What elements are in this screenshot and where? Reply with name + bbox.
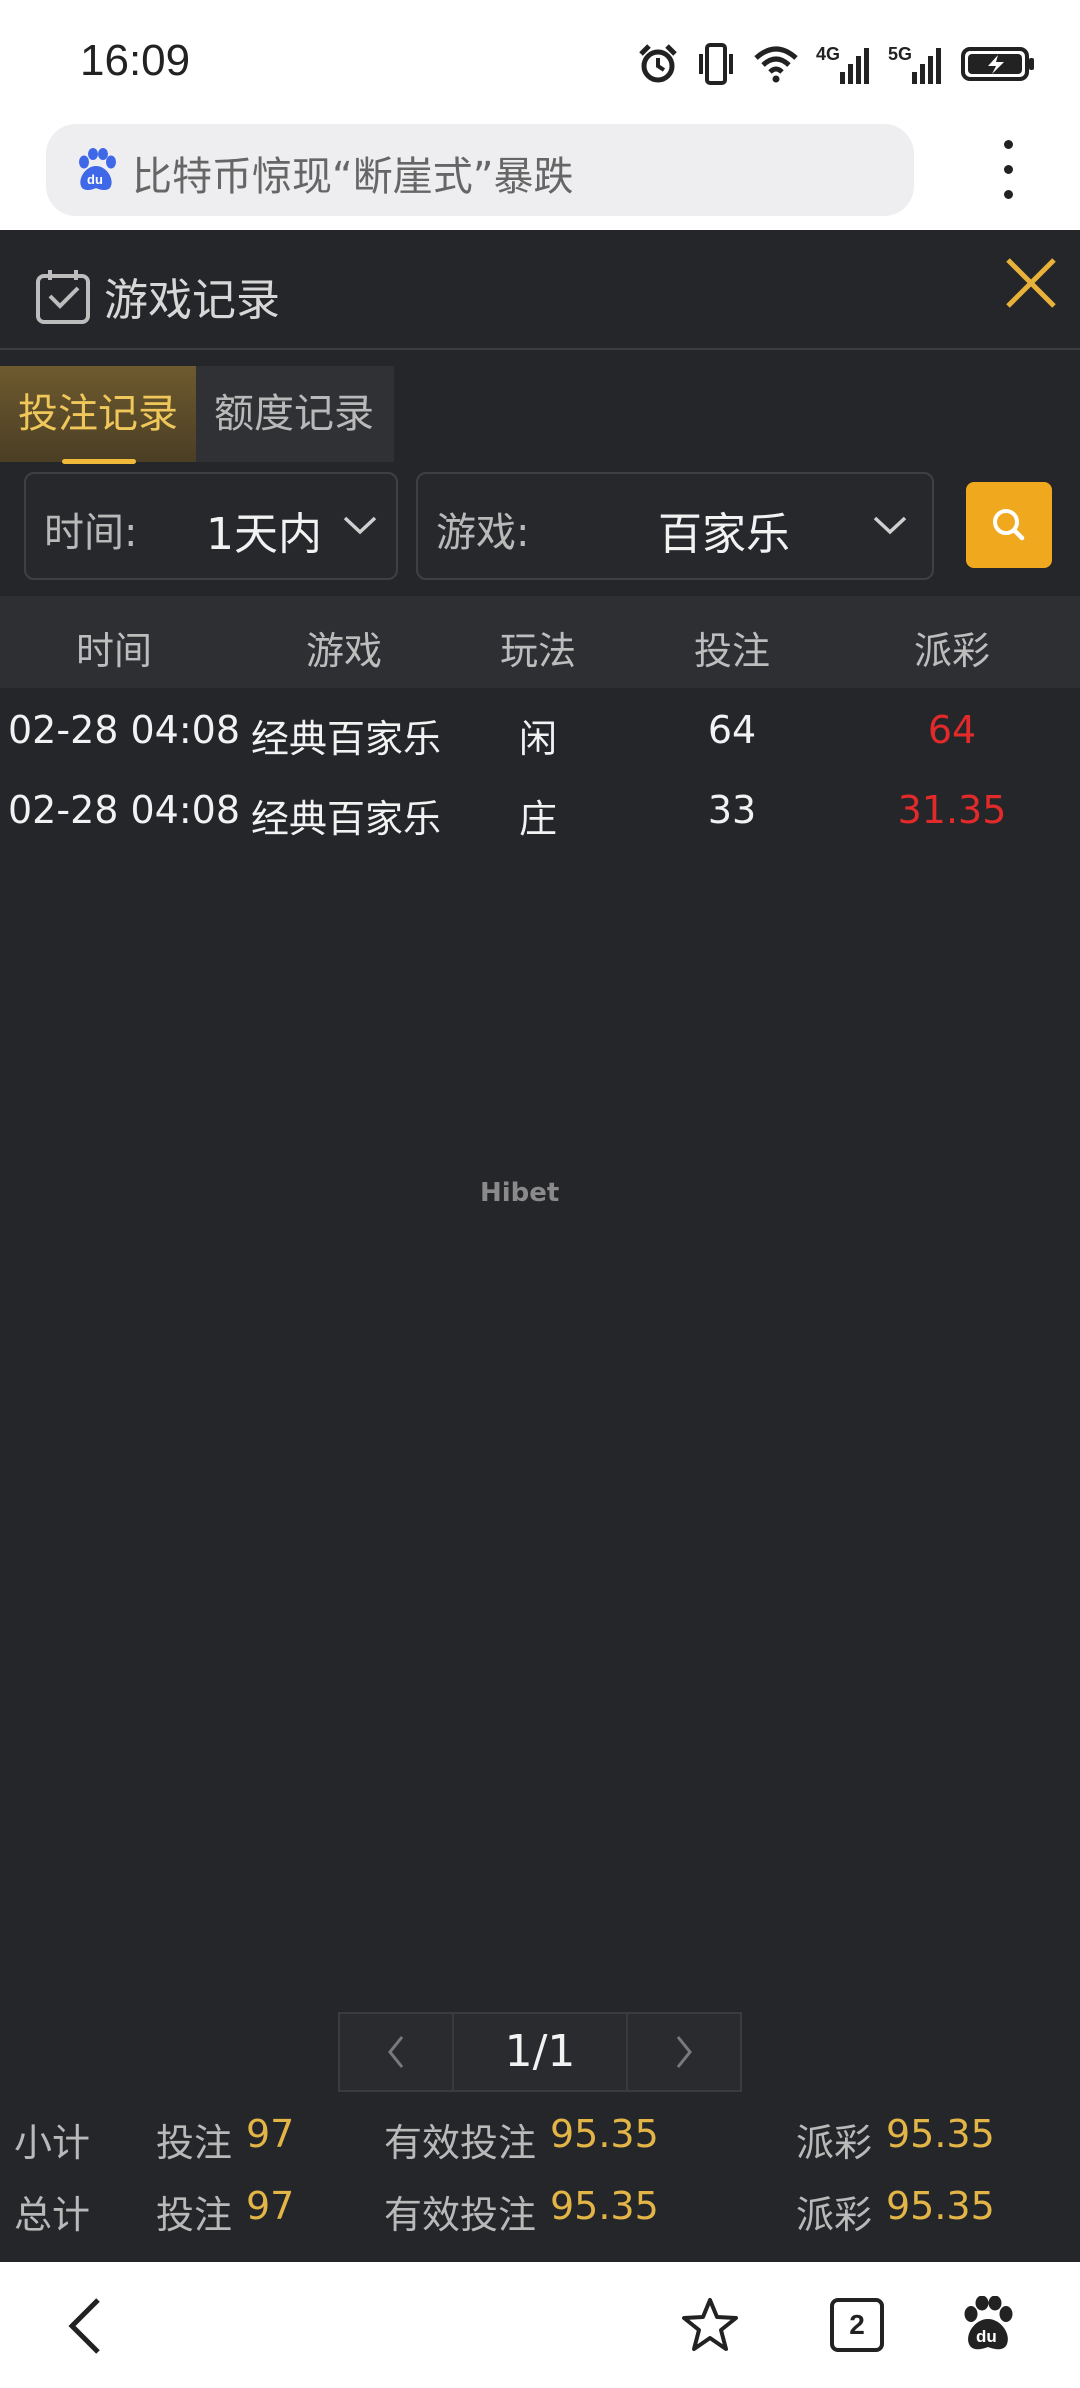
browser-bar: du 比特币惊现“断崖式”暴跌 [0,118,1080,230]
prev-page-button[interactable] [338,2012,454,2092]
table-row: 02-28 04:08 经典百家乐 庄 33 31.35 [0,776,1080,856]
record-tabs: 投注记录 额度记录 [0,366,394,464]
watermark-logo: Hibet [480,1178,560,1208]
battery-charging-icon [961,47,1034,81]
tab-label: 额度记录 [214,391,374,437]
net1-label: 4G [816,44,840,64]
dot-icon [1003,140,1013,149]
header-time: 时间 [75,629,153,673]
subtotal-label: 小计 [14,2121,91,2165]
row-play: 庄 [518,797,558,841]
chevron-left-icon [388,2036,404,2068]
chevron-right-icon [676,2036,692,2068]
baidu-logo-icon: du [79,148,116,190]
time-filter-label: 时间: [44,510,138,556]
row-game: 经典百家乐 [250,797,442,841]
search-icon [993,509,1025,541]
total-valid-label: 有效投注 [384,2193,537,2237]
total-bet-value: 97 [246,2184,295,2228]
svg-text:du: du [976,2327,997,2346]
time-filter-value: 1天内 [206,509,322,560]
tabs-icon[interactable]: 2 [830,2298,884,2352]
game-record-panel: 游戏记录 投注记录 额度记录 时间: 1天内 游戏: 百家乐 时间 游戏 玩法 … [0,230,1080,2262]
subtotal-bet-label: 投注 [156,2121,233,2165]
panel-title: 游戏记录 [104,275,280,326]
time-filter-dropdown[interactable]: 时间: 1天内 [24,472,398,580]
record-check-icon [36,270,90,324]
search-button[interactable] [966,482,1052,568]
row-time: 02-28 04:08 [8,788,241,832]
header-payout: 派彩 [913,629,991,673]
dot-icon [1003,190,1013,199]
bottom-nav-bar: 2 du [0,2262,1080,2388]
game-filter-dropdown[interactable]: 游戏: 百家乐 [416,472,934,580]
subtotal-payout-value: 95.35 [886,2112,995,2156]
tab-credit-records[interactable]: 额度记录 [196,366,394,462]
dot-icon [1003,165,1013,174]
close-icon[interactable] [1000,252,1062,314]
panel-header: 游戏记录 [0,230,1080,350]
tab-bet-records[interactable]: 投注记录 [0,366,196,464]
total-valid-value: 95.35 [550,2184,659,2228]
subtotal-row: 小计 投注 97 有效投注 95.35 派彩 95.35 [0,2106,1080,2166]
subtotal-bet-value: 97 [246,2112,295,2156]
row-play: 闲 [518,717,558,761]
5g-signal-icon: 5G [888,44,941,84]
pagination: 1/1 [338,2012,742,2092]
header-play: 玩法 [499,629,577,673]
subtotal-valid-value: 95.35 [550,2112,659,2156]
table-row: 02-28 04:08 经典百家乐 闲 64 64 [0,696,1080,776]
tab-label: 投注记录 [18,391,178,437]
row-payout: 31.35 [897,788,1007,832]
game-filter-value: 百家乐 [658,509,790,560]
status-icons: 4G 5G [636,36,1036,92]
net2-label: 5G [888,44,912,64]
status-time: 16:09 [80,36,191,85]
vibrate-icon [699,43,733,85]
table-header: 时间 游戏 玩法 投注 派彩 [0,596,1080,688]
row-game: 经典百家乐 [250,717,442,761]
total-payout-value: 95.35 [886,2184,995,2228]
chevron-down-icon [343,516,377,535]
url-title: 比特币惊现“断崖式”暴跌 [132,154,574,200]
chevron-down-icon [873,516,907,535]
wifi-icon [754,46,798,83]
subtotal-payout-label: 派彩 [796,2121,873,2165]
row-bet: 33 [707,788,757,832]
total-bet-label: 投注 [156,2193,233,2237]
tab-underline [62,459,136,464]
game-filter-label: 游戏: [436,510,530,556]
row-bet: 64 [707,708,757,752]
header-bet: 投注 [693,629,771,673]
total-label: 总计 [14,2193,91,2237]
alarm-icon [639,44,677,83]
subtotal-valid-label: 有效投注 [384,2121,537,2165]
4g-signal-icon: 4G [816,44,869,84]
next-page-button[interactable] [626,2012,742,2092]
total-payout-label: 派彩 [796,2193,873,2237]
total-row: 总计 投注 97 有效投注 95.35 派彩 95.35 [0,2178,1080,2238]
status-bar: 16:09 4G 5G [0,0,1080,118]
page-indicator: 1/1 [454,2012,626,2092]
back-icon[interactable] [64,2296,108,2356]
star-icon[interactable] [680,2296,740,2354]
row-payout: 64 [927,708,977,752]
more-menu-button[interactable] [996,140,1020,210]
baidu-paw-icon[interactable]: du [962,2296,1014,2352]
header-game: 游戏 [305,629,383,673]
row-time: 02-28 04:08 [8,708,241,752]
svg-text:du: du [87,172,103,187]
url-box[interactable]: du 比特币惊现“断崖式”暴跌 [46,124,914,216]
